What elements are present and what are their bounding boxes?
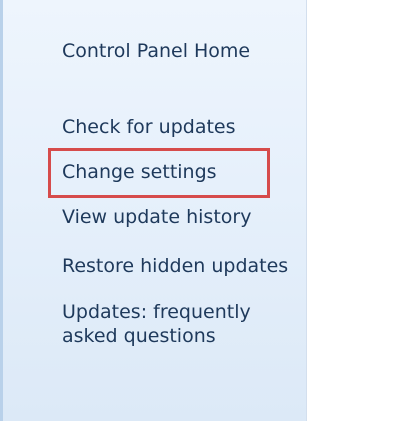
updates-faq-link[interactable]: Updates: frequently asked questions — [62, 300, 302, 348]
restore-hidden-updates-link[interactable]: Restore hidden updates — [62, 254, 288, 278]
control-panel-home-link[interactable]: Control Panel Home — [62, 39, 250, 63]
highlight-box — [48, 148, 270, 198]
control-panel-window: Control Panel Home Check for updates Cha… — [0, 0, 406, 421]
check-for-updates-link[interactable]: Check for updates — [62, 115, 236, 139]
pane-divider — [306, 0, 307, 421]
view-update-history-link[interactable]: View update history — [62, 205, 251, 229]
